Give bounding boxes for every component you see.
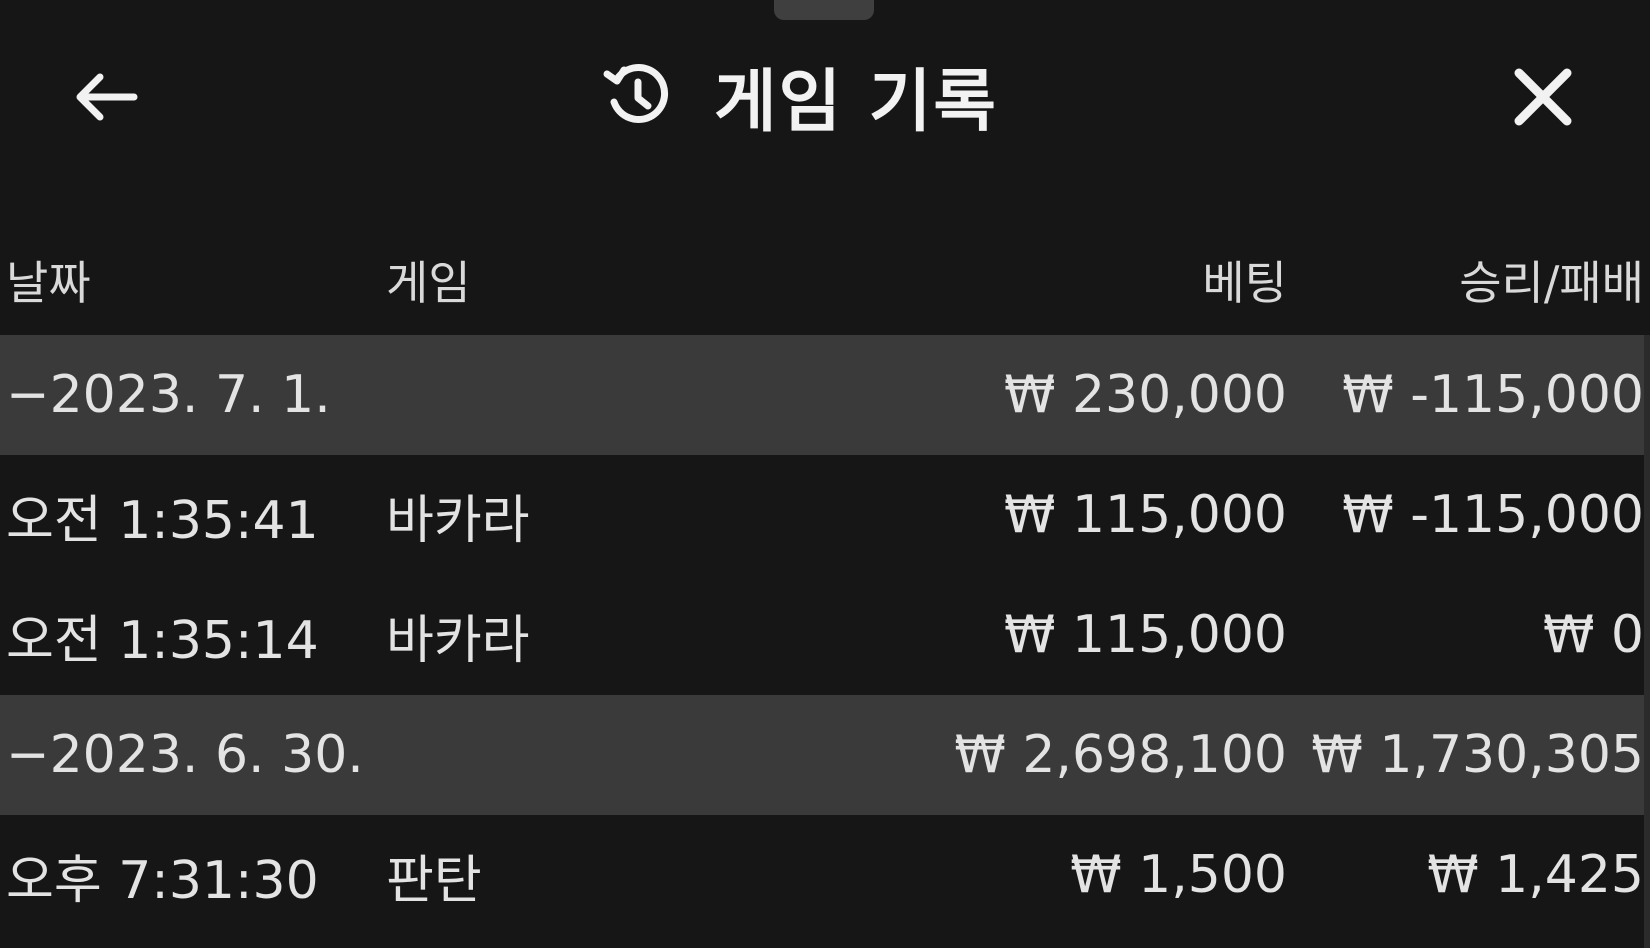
row-game: 바카라: [386, 490, 530, 551]
row-result: ₩ 1,425: [1427, 845, 1644, 905]
back-button[interactable]: [60, 67, 150, 127]
column-header-result: 승리/패배: [1459, 256, 1644, 310]
game-history-sheet: 게임 기록 날짜 게임 베팅 승리/패배 −2023. 7. 1. ₩ 230,…: [0, 0, 1650, 948]
row-bet: ₩ 115,000: [1004, 605, 1287, 665]
group-date: −2023. 7. 1.: [6, 365, 331, 425]
row-game: 판탄: [386, 850, 482, 911]
column-header-bet: 베팅: [1202, 256, 1287, 310]
page-title: 게임 기록: [714, 62, 998, 142]
date-group-row[interactable]: −2023. 6. 30. ₩ 2,698,100 ₩ 1,730,305: [0, 695, 1650, 815]
table-row[interactable]: 오전 1:35:41 바카라 ₩ 115,000 ₩ -115,000: [0, 455, 1650, 575]
group-result-total: ₩ 1,730,305: [1311, 725, 1644, 785]
close-button[interactable]: [1500, 57, 1586, 137]
history-clock-icon: [603, 64, 669, 123]
date-group-row[interactable]: −2023. 7. 1. ₩ 230,000 ₩ -115,000: [0, 335, 1650, 455]
history-table: 날짜 게임 베팅 승리/패배 −2023. 7. 1. ₩ 230,000 ₩ …: [0, 225, 1650, 935]
scrollbar[interactable]: [1644, 335, 1650, 948]
column-header-date: 날짜: [6, 256, 91, 310]
group-bet-total: ₩ 2,698,100: [954, 725, 1287, 785]
row-bet: ₩ 1,500: [1070, 845, 1287, 905]
sheet-drag-handle[interactable]: [774, 0, 874, 20]
table-header-row: 날짜 게임 베팅 승리/패배: [0, 225, 1650, 335]
row-result: ₩ 0: [1542, 605, 1644, 665]
group-bet-total: ₩ 230,000: [1004, 365, 1287, 425]
column-header-game: 게임: [386, 256, 471, 310]
header: 게임 기록: [0, 45, 1650, 155]
row-bet: ₩ 115,000: [1004, 485, 1287, 545]
row-result: ₩ -115,000: [1342, 485, 1644, 545]
header-title-group: 게임 기록: [600, 55, 998, 142]
close-icon: [1514, 68, 1572, 126]
group-result-total: ₩ -115,000: [1342, 365, 1644, 425]
table-row[interactable]: 오전 1:35:14 바카라 ₩ 115,000 ₩ 0: [0, 575, 1650, 695]
arrow-left-icon: [76, 73, 138, 121]
row-time: 오후 7:31:30: [6, 850, 319, 911]
row-game: 바카라: [386, 610, 530, 671]
row-time: 오전 1:35:14: [6, 610, 319, 671]
group-date: −2023. 6. 30.: [6, 725, 364, 785]
row-time: 오전 1:35:41: [6, 490, 319, 551]
table-row[interactable]: 오후 7:31:30 판탄 ₩ 1,500 ₩ 1,425: [0, 815, 1650, 935]
